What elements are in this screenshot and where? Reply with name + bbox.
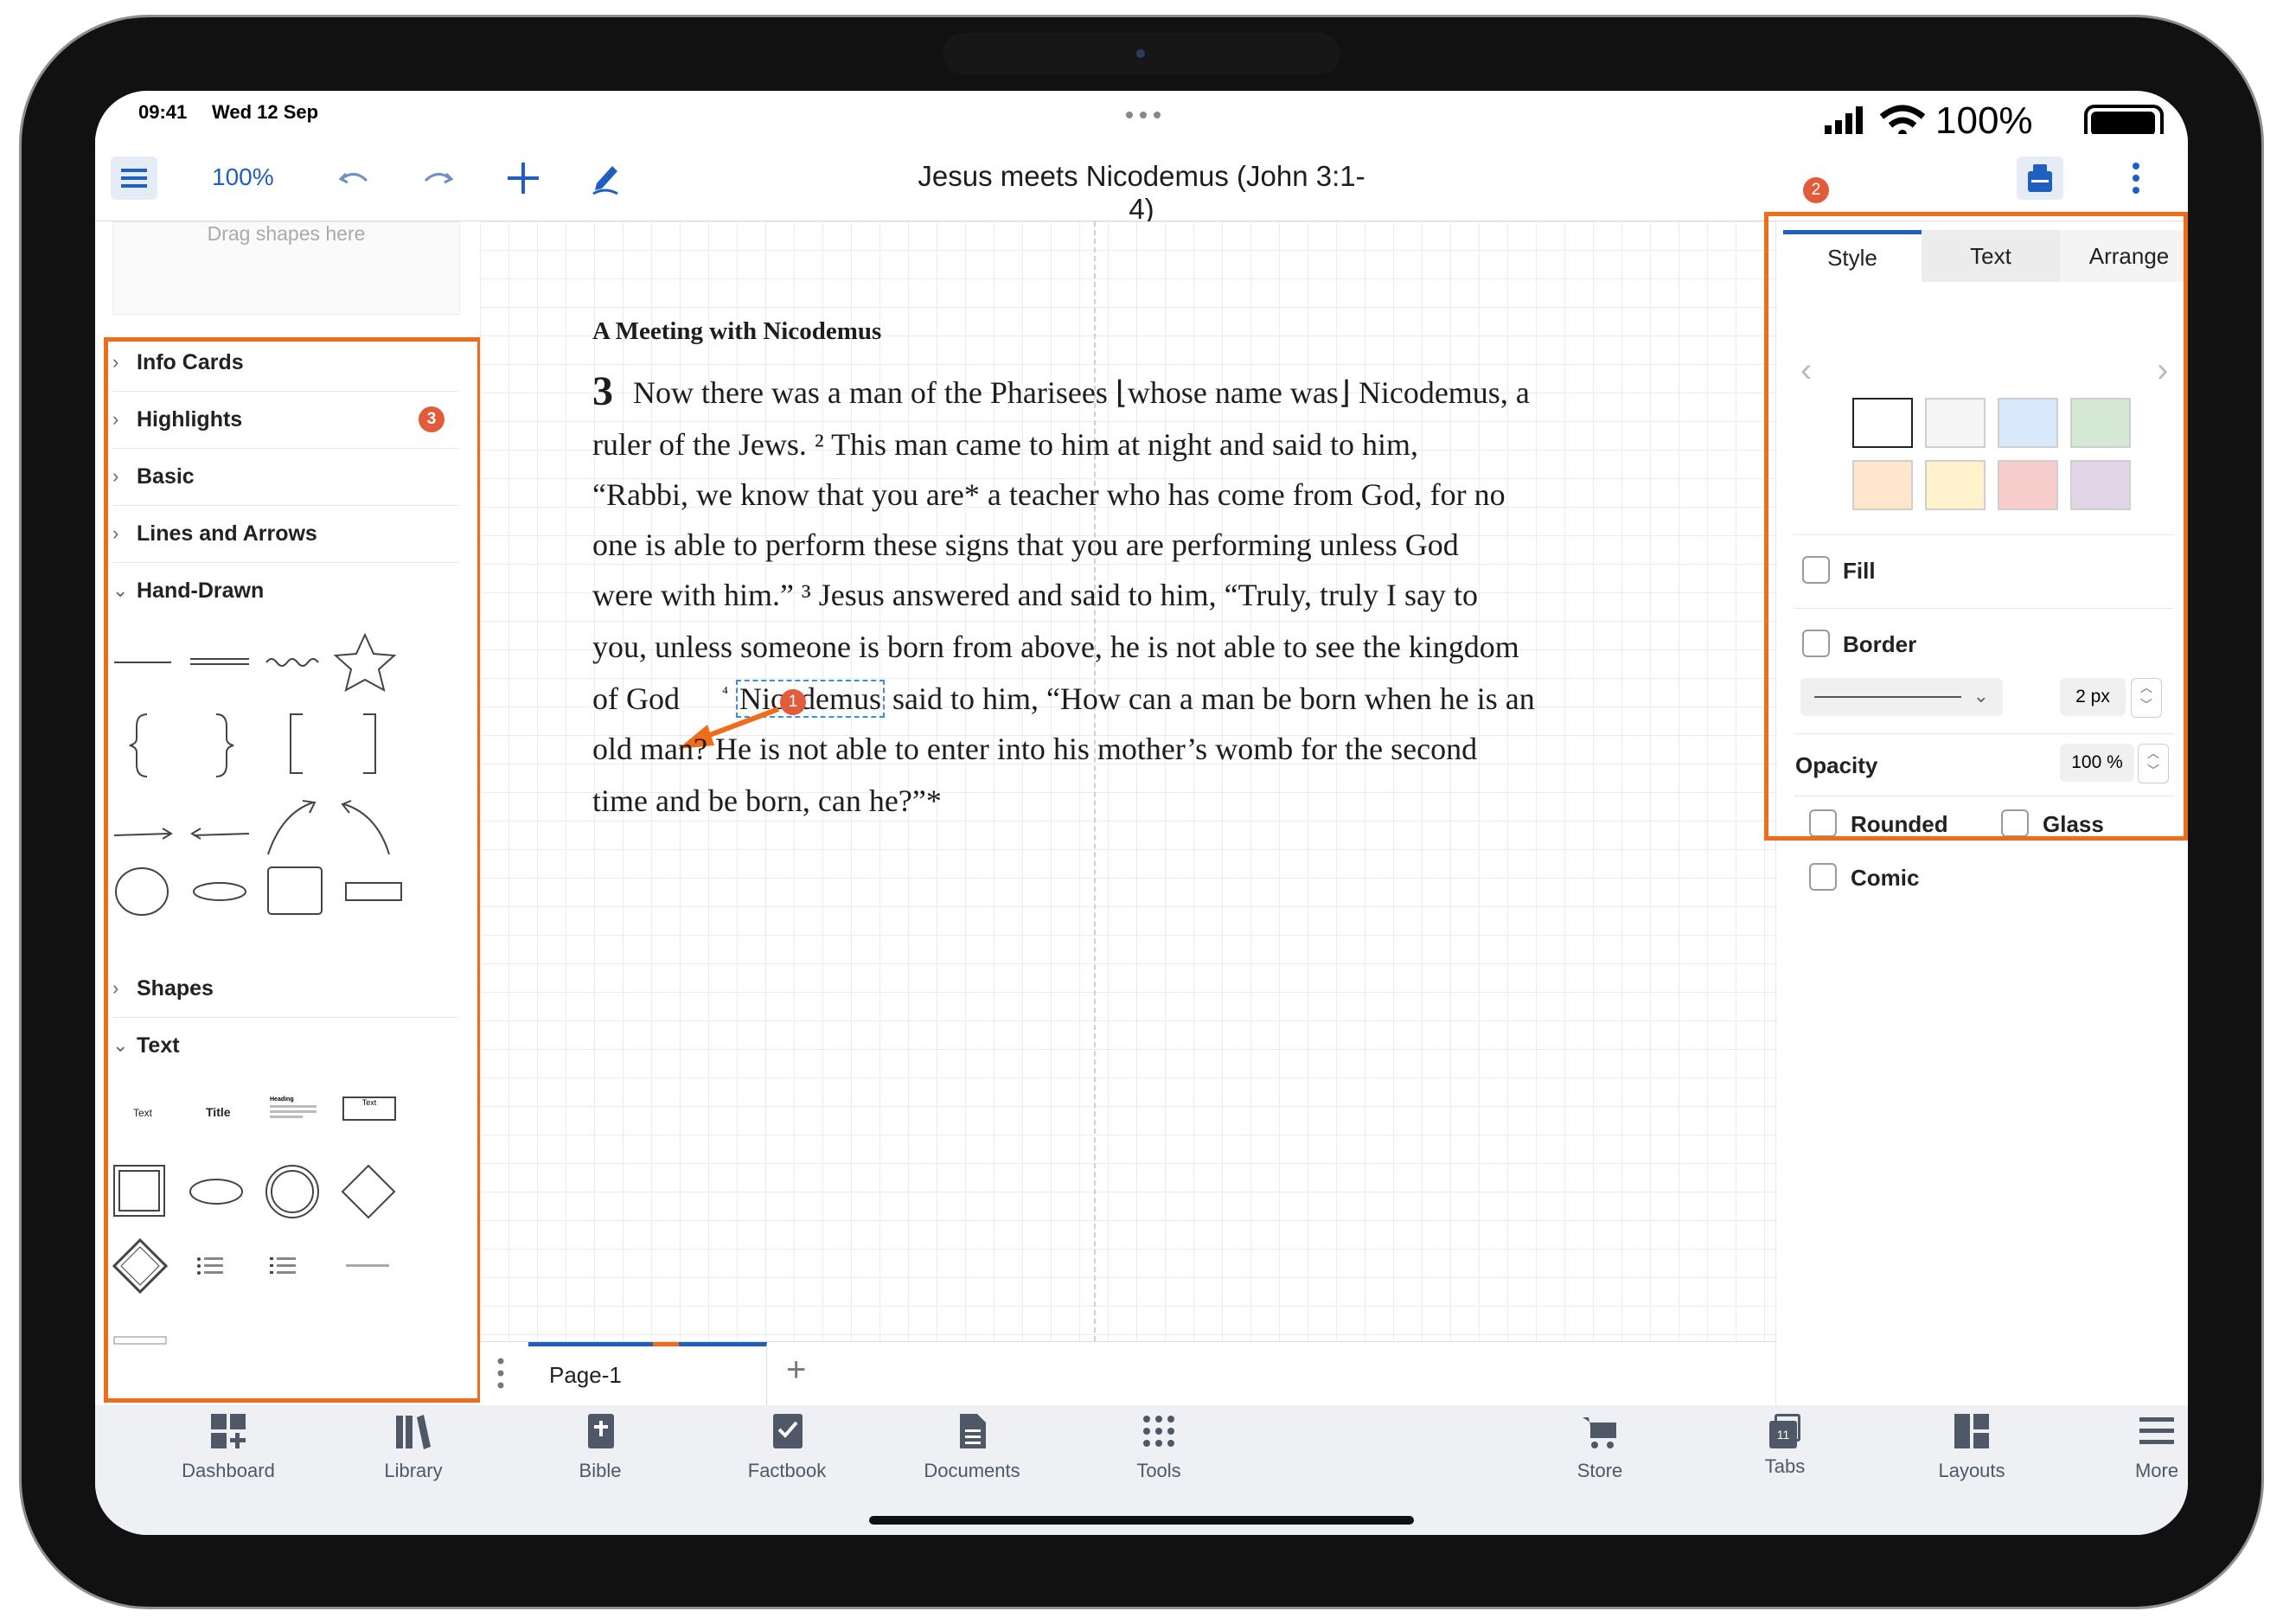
- menu-icon: [121, 169, 147, 188]
- nav-documents[interactable]: Documents: [911, 1412, 1033, 1482]
- format-panel-button[interactable]: [2017, 157, 2063, 200]
- status-time: 09:41: [138, 101, 188, 123]
- nav-layouts[interactable]: Layouts: [1911, 1412, 2032, 1482]
- verse-line-1: Now there was a man of the Pharisees ⌊wh…: [633, 375, 1530, 410]
- format-panel-callout: [1764, 212, 2188, 841]
- verse-line-8: old man? He is not able to enter into hi…: [592, 732, 1478, 766]
- add-page-button[interactable]: +: [786, 1351, 806, 1390]
- comic-label: Comic: [1851, 865, 1920, 891]
- passage-heading: A Meeting with Nicodemus: [592, 317, 882, 345]
- undo-icon: [339, 172, 368, 184]
- verse-line-3: “Rabbi, we know that you are* a teacher …: [592, 477, 1506, 512]
- annotation-badge-2: 2: [1803, 177, 1829, 203]
- battery-icon: [2084, 105, 2164, 134]
- nav-tools[interactable]: Tools: [1098, 1412, 1219, 1482]
- wifi-icon: [1879, 105, 1926, 134]
- redo-button[interactable]: [419, 160, 457, 195]
- tabs-icon: 11: [1766, 1412, 1804, 1450]
- nav-dashboard[interactable]: Dashboard: [168, 1412, 289, 1482]
- more-options-button[interactable]: [2119, 157, 2153, 200]
- pen-button[interactable]: [584, 157, 627, 200]
- add-button[interactable]: [502, 157, 545, 200]
- chapter-number: 3: [592, 368, 613, 414]
- nav-factbook[interactable]: Factbook: [726, 1412, 847, 1482]
- dropzone-hint: Drag shapes here: [207, 222, 366, 245]
- verse-line-9: time and be born, can he?”*: [592, 783, 942, 818]
- verse-line-4: one is able to perform these signs that …: [592, 527, 1459, 562]
- verse-line-5: were with him.” ³ Jesus answered and sai…: [592, 578, 1478, 612]
- nav-store[interactable]: Store: [1539, 1412, 1660, 1482]
- status-date: Wed 12 Sep: [212, 101, 319, 123]
- top-toolbar: 100% Jesus meets Nicodemus (John 3:1-4): [95, 134, 2188, 225]
- dashboard-icon: [211, 1414, 246, 1448]
- tools-grid-icon: [1143, 1416, 1174, 1447]
- pen-icon: [592, 166, 618, 195]
- verse-line-6: you, unless someone is born from above, …: [592, 630, 1519, 664]
- bottom-tab-bar: Dashboard Library Bible Factbook Documen…: [95, 1405, 2188, 1535]
- multitasking-dots-icon[interactable]: [1124, 108, 1162, 118]
- factbook-icon: [773, 1414, 803, 1448]
- page-tabs-bar: Page-1 +: [480, 1341, 1775, 1406]
- library-icon: [396, 1415, 431, 1449]
- plus-icon: [508, 163, 539, 194]
- signal-icon: [1825, 106, 1863, 134]
- comic-checkbox[interactable]: [1809, 863, 1837, 891]
- documents-icon: [960, 1414, 986, 1448]
- bible-icon: [588, 1414, 614, 1448]
- cart-icon: [1583, 1417, 1616, 1448]
- layouts-icon: [1954, 1414, 1989, 1448]
- tab-page-1[interactable]: Page-1: [528, 1342, 767, 1406]
- nav-bible[interactable]: Bible: [540, 1412, 661, 1482]
- page-menu-button[interactable]: [497, 1358, 506, 1392]
- battery-percent: 100%: [1935, 99, 2033, 134]
- screen: 09:41 Wed 12 Sep 100% 100% Jesus meets N…: [95, 91, 2188, 1535]
- home-indicator: [869, 1516, 1414, 1525]
- verse-line-2: ruler of the Jews. ² This man came to hi…: [592, 427, 1418, 462]
- sidebar-toggle-button[interactable]: [111, 157, 157, 200]
- status-indicators: 100%: [1825, 98, 2188, 134]
- nav-more[interactable]: More: [2096, 1412, 2188, 1482]
- vertical-dots-icon: [2133, 163, 2139, 194]
- document-title: Jesus meets Nicodemus (John 3:1-4): [918, 160, 1365, 225]
- camera-housing: [943, 33, 1340, 74]
- shapes-panel-callout: [104, 337, 482, 1403]
- redo-icon: [424, 172, 453, 184]
- scratchpad-dropzone[interactable]: Drag shapes here: [112, 221, 460, 315]
- vertical-dots-icon: [497, 1358, 504, 1389]
- camera-lens: [1136, 49, 1145, 58]
- undo-button[interactable]: [336, 160, 374, 195]
- nav-tabs[interactable]: 11 Tabs: [1724, 1412, 1845, 1478]
- format-icon: [2028, 164, 2052, 192]
- hamburger-icon: [2139, 1417, 2174, 1444]
- zoom-button[interactable]: 100%: [212, 163, 274, 191]
- nav-library[interactable]: Library: [353, 1412, 474, 1482]
